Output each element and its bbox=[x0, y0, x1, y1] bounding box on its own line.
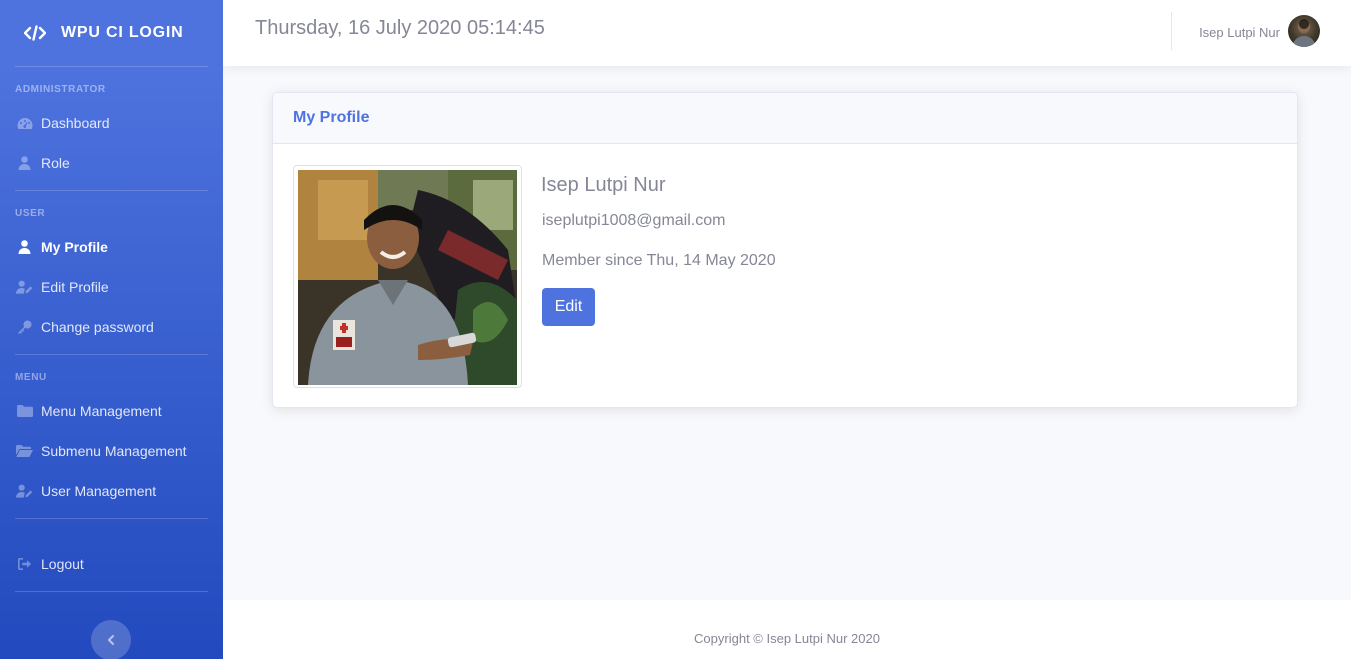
sidebar-item-label: Change password bbox=[41, 319, 154, 335]
sidebar-item-edit-profile[interactable]: Edit Profile bbox=[0, 267, 223, 307]
card-header: My Profile bbox=[273, 93, 1297, 144]
sidebar-item-label: Logout bbox=[41, 556, 84, 572]
member-since: Member since Thu, 14 May 2020 bbox=[542, 252, 776, 269]
sidebar-item-user-management[interactable]: User Management bbox=[0, 471, 223, 511]
sidebar-item-my-profile[interactable]: My Profile bbox=[0, 227, 223, 267]
profile-photo-frame bbox=[293, 165, 522, 388]
code-icon bbox=[24, 25, 46, 41]
edit-button[interactable]: Edit bbox=[542, 288, 595, 326]
profile-name: Isep Lutpi Nur bbox=[541, 174, 666, 196]
sidebar-item-role[interactable]: Role bbox=[0, 143, 223, 183]
sidebar-item-menu-management[interactable]: Menu Management bbox=[0, 391, 223, 431]
sidebar-item-label: Submenu Management bbox=[41, 443, 187, 459]
key-icon bbox=[16, 320, 33, 334]
footer: Copyright © Isep Lutpi Nur 2020 bbox=[223, 600, 1351, 659]
sidebar-item-change-password[interactable]: Change password bbox=[0, 307, 223, 347]
sidebar-heading-administrator: ADMINISTRATOR bbox=[15, 84, 106, 95]
sidebar-brand[interactable]: WPU CI LOGIN bbox=[0, 0, 223, 66]
avatar[interactable] bbox=[1288, 15, 1320, 47]
sidebar-heading-menu: MENU bbox=[15, 372, 47, 383]
sidebar-item-label: Dashboard bbox=[41, 115, 110, 131]
user-icon bbox=[16, 156, 33, 170]
card-title: My Profile bbox=[293, 109, 370, 126]
topbar-divider bbox=[1171, 12, 1172, 50]
sidebar-heading-user: USER bbox=[15, 208, 46, 219]
sidebar-item-label: My Profile bbox=[41, 239, 108, 255]
folder-open-icon bbox=[16, 444, 33, 458]
current-datetime: Thursday, 16 July 2020 05:14:45 bbox=[255, 17, 545, 39]
sidebar-item-label: User Management bbox=[41, 483, 157, 499]
user-edit-icon bbox=[16, 280, 33, 294]
dashboard-icon bbox=[16, 116, 33, 130]
sidebar-toggle-button[interactable] bbox=[91, 620, 131, 659]
sidebar-item-dashboard[interactable]: Dashboard bbox=[0, 103, 223, 143]
topbar-username[interactable]: Isep Lutpi Nur bbox=[1199, 25, 1280, 40]
profile-photo bbox=[298, 170, 517, 385]
sidebar-divider bbox=[15, 591, 208, 592]
sign-out-icon bbox=[16, 557, 33, 571]
user-edit-icon bbox=[16, 484, 33, 498]
topbar: Thursday, 16 July 2020 05:14:45 Isep Lut… bbox=[223, 0, 1351, 66]
sidebar: WPU CI LOGIN ADMINISTRATOR Dashboard Rol… bbox=[0, 0, 223, 659]
brand-title: WPU CI LOGIN bbox=[61, 24, 184, 41]
sidebar-item-submenu-management[interactable]: Submenu Management bbox=[0, 431, 223, 471]
sidebar-item-label: Role bbox=[41, 155, 70, 171]
profile-email: iseplutpi1008@gmail.com bbox=[542, 212, 726, 229]
user-icon bbox=[16, 240, 33, 254]
chevron-left-icon bbox=[108, 635, 114, 645]
profile-card: My Profile Isep Lutpi Nur iseplutpi1008@… bbox=[272, 92, 1298, 408]
sidebar-item-label: Edit Profile bbox=[41, 279, 109, 295]
folder-icon bbox=[16, 404, 33, 418]
copyright-text: Copyright © Isep Lutpi Nur 2020 bbox=[694, 631, 880, 646]
sidebar-item-label: Menu Management bbox=[41, 403, 162, 419]
sidebar-item-logout[interactable]: Logout bbox=[0, 544, 223, 584]
